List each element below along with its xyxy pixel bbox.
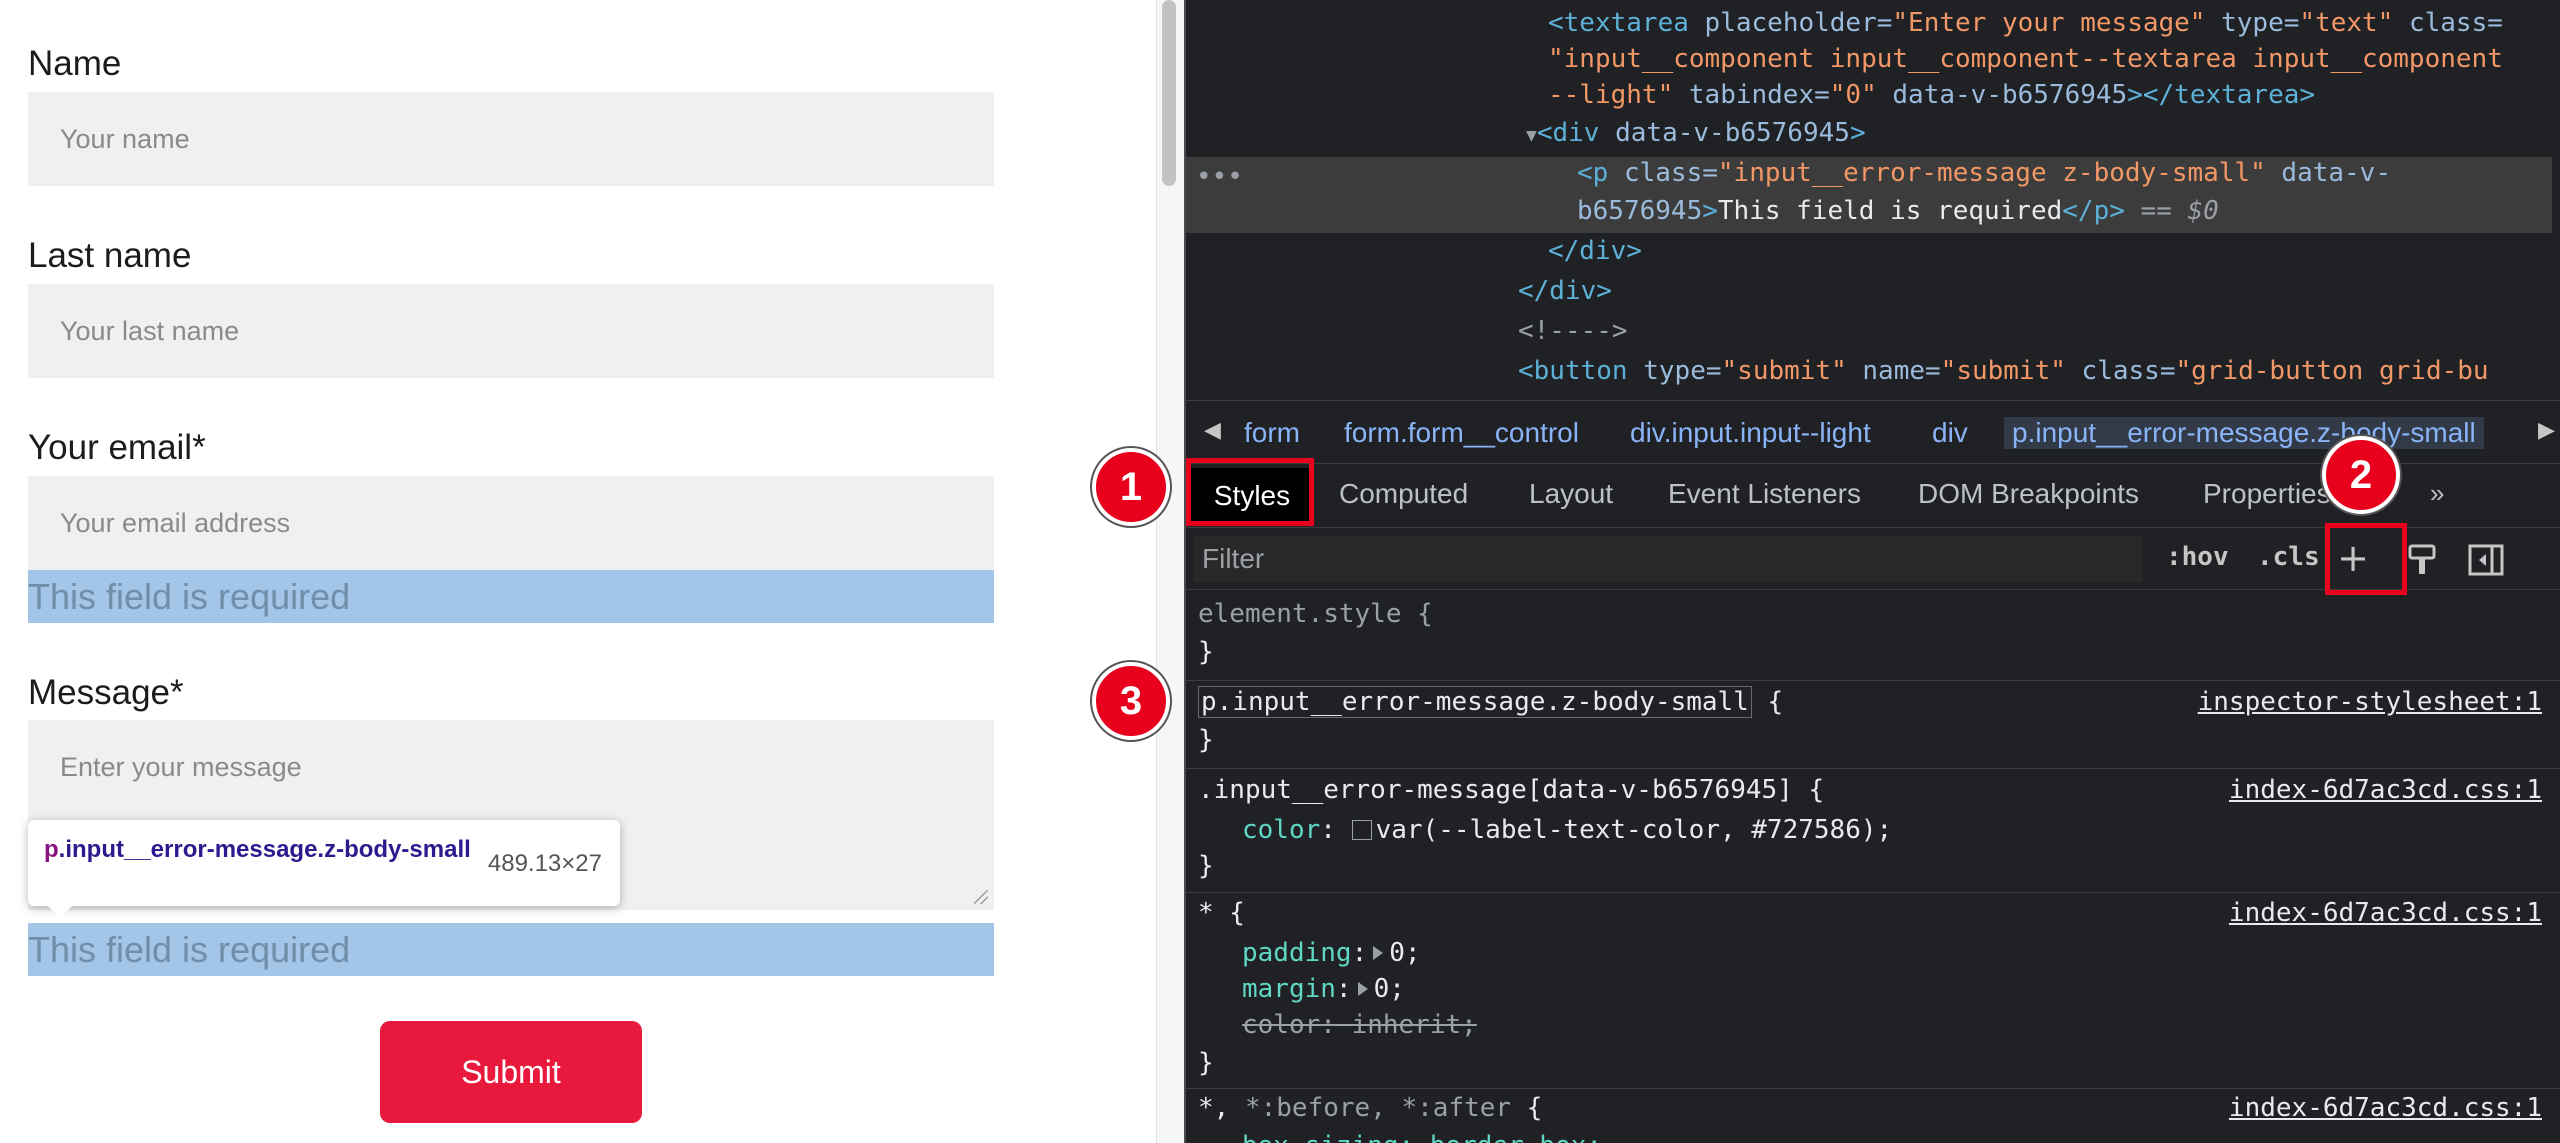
rule-error-message-source[interactable]: index-6d7ac3cd.css:1: [2229, 775, 2542, 805]
cls-button[interactable]: .cls: [2257, 542, 2320, 572]
tab-properties[interactable]: Properties: [2203, 478, 2331, 510]
more-tabs-icon[interactable]: »: [2430, 478, 2444, 509]
tooltip-element-name: p.input__error-message.z-body-small: [44, 834, 484, 865]
tree-line-div-close-2[interactable]: </div>: [1518, 276, 1612, 306]
rule-inspector-close: }: [1198, 725, 1214, 755]
web-page: Name Your name Last name Your last name …: [0, 0, 1156, 1143]
tree-line-p-end[interactable]: b6576945>This field is required</p> == $…: [1577, 196, 2219, 226]
name-label: Name: [28, 44, 122, 83]
breadcrumb-item-form[interactable]: form: [1244, 417, 1300, 449]
color-declaration[interactable]: color: var(--label-text-color, #727586);: [1242, 815, 1892, 845]
paintbrush-icon[interactable]: [2402, 540, 2442, 580]
name-input[interactable]: Your name: [28, 92, 994, 186]
annotation-badge-2: 2: [2322, 436, 2400, 514]
box-sizing-declaration[interactable]: box-sizing: border-box;: [1242, 1131, 1602, 1143]
tab-layout[interactable]: Layout: [1529, 478, 1613, 510]
tooltip-size: 489.13×27: [487, 850, 602, 877]
tree-line-div-close[interactable]: </div>: [1548, 236, 1642, 266]
tree-line-comment[interactable]: <!---->: [1518, 316, 1628, 346]
styles-tab-highlight: [1186, 458, 1314, 526]
rule-divider: [1186, 768, 2560, 769]
tab-event-listeners[interactable]: Event Listeners: [1668, 478, 1861, 510]
rule-divider: [1186, 1088, 2560, 1089]
message-placeholder: Enter your message: [60, 752, 302, 782]
rule-error-message-close: }: [1198, 851, 1214, 881]
rule-error-message-selector[interactable]: .input__error-message[data-v-b6576945] {: [1198, 775, 1824, 805]
tree-line-textarea-end[interactable]: --light" tabindex="0" data-v-b6576945></…: [1548, 80, 2315, 110]
breadcrumb-left-icon[interactable]: ◀: [1204, 417, 1221, 443]
breadcrumb-item-div[interactable]: div: [1932, 417, 1968, 449]
email-error-message: This field is required: [28, 570, 994, 623]
devtools-scrollbar[interactable]: [2552, 150, 2560, 570]
tree-line-textarea-class[interactable]: "input__component input__component--text…: [1548, 44, 2503, 74]
rule-inspector-source[interactable]: inspector-stylesheet:1: [2198, 687, 2542, 717]
element-style-close: }: [1198, 637, 1214, 667]
rule-box-sizing-source[interactable]: index-6d7ac3cd.css:1: [2229, 1093, 2542, 1123]
tree-line-p[interactable]: <p class="input__error-message z-body-sm…: [1577, 158, 2391, 188]
annotation-badge-1: 1: [1092, 448, 1170, 526]
rule-universal-close: }: [1198, 1048, 1214, 1078]
lastname-label: Last name: [28, 236, 192, 275]
rule-universal-selector[interactable]: * {: [1198, 898, 1245, 928]
breadcrumb-item-p[interactable]: p.input__error-message.z-body-small: [2004, 417, 2484, 449]
resize-grip-icon[interactable]: [974, 890, 988, 904]
rule-box-sizing-selector[interactable]: *, *:before, *:after {: [1198, 1093, 1542, 1123]
breadcrumb-item-input[interactable]: div.input.input--light: [1630, 417, 1871, 449]
padding-declaration[interactable]: padding: 0;: [1242, 938, 1421, 968]
tooltip-tag: p: [44, 836, 59, 863]
email-label: Your email*: [28, 428, 206, 467]
tree-line-button[interactable]: <button type="submit" name="submit" clas…: [1518, 356, 2489, 386]
inspect-tooltip: p.input__error-message.z-body-small 489.…: [28, 820, 620, 906]
tooltip-arrow: [46, 904, 74, 918]
node-actions-icon[interactable]: •••: [1196, 162, 1243, 192]
tooltip-classes: .input__error-message.z-body-small: [58, 836, 471, 863]
expand-icon[interactable]: [1357, 982, 1368, 996]
hov-button[interactable]: :hov: [2166, 542, 2229, 572]
message-error-message: This field is required: [28, 923, 994, 976]
expand-icon[interactable]: [1373, 946, 1384, 960]
email-input[interactable]: Your email address: [28, 476, 994, 570]
tab-dom-breakpoints[interactable]: DOM Breakpoints: [1918, 478, 2139, 510]
rule-divider: [1186, 680, 2560, 681]
annotation-badge-3: 3: [1092, 662, 1170, 740]
filter-input[interactable]: Filter: [1194, 536, 2142, 582]
rule-divider: [1186, 892, 2560, 893]
element-style-selector[interactable]: element.style {: [1198, 599, 1433, 629]
toggle-sidebar-icon[interactable]: [2466, 540, 2506, 580]
color-inherit-declaration[interactable]: color: inherit;: [1242, 1010, 1477, 1040]
page-scroll-thumb[interactable]: [1162, 0, 1176, 186]
tree-line-div[interactable]: ▼<div data-v-b6576945>: [1526, 118, 1866, 148]
breadcrumb-item-form-control[interactable]: form.form__control: [1344, 417, 1579, 449]
tab-computed[interactable]: Computed: [1339, 478, 1468, 510]
tree-line-textarea[interactable]: <textarea placeholder="Enter your messag…: [1548, 8, 2503, 38]
margin-declaration[interactable]: margin: 0;: [1242, 974, 1405, 1004]
rule-inspector-selector[interactable]: p.input__error-message.z-body-small {: [1198, 686, 1783, 718]
message-label: Message*: [28, 673, 184, 712]
submit-button[interactable]: Submit: [380, 1021, 642, 1123]
rule-universal-source[interactable]: index-6d7ac3cd.css:1: [2229, 898, 2542, 928]
lastname-input[interactable]: Your last name: [28, 284, 994, 378]
color-swatch-icon[interactable]: [1351, 820, 1372, 840]
plus-button-highlight: [2325, 523, 2407, 595]
